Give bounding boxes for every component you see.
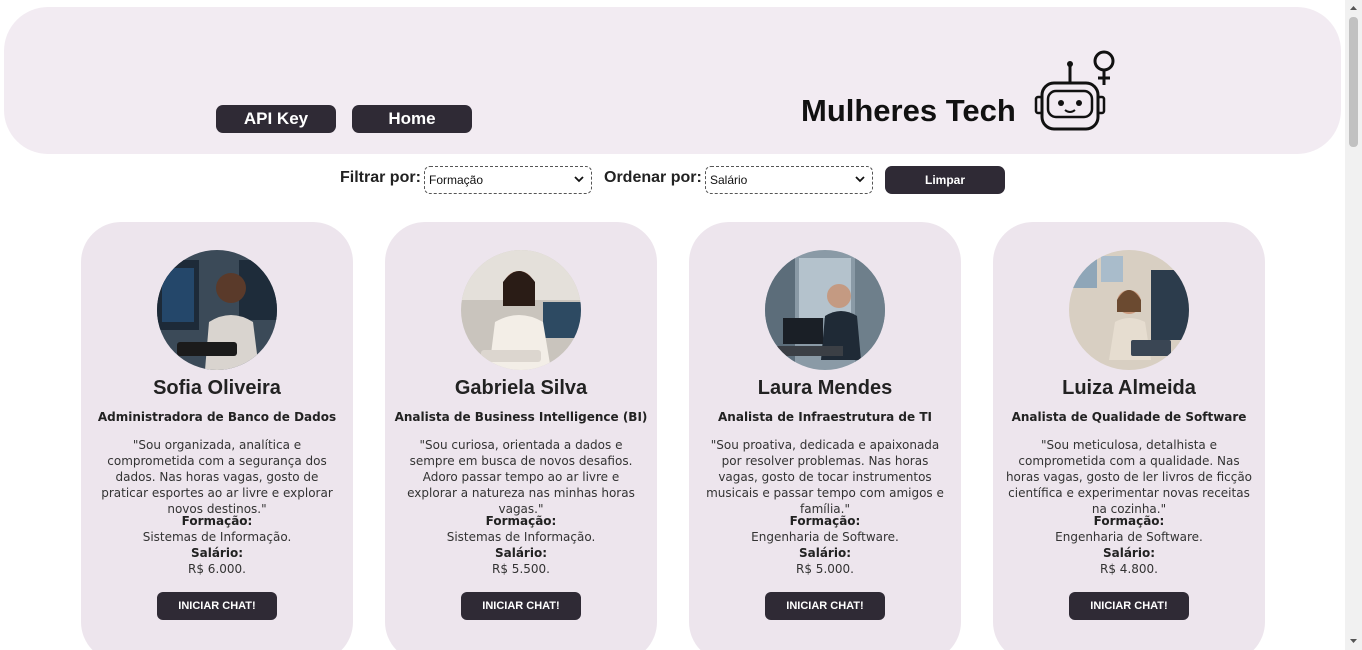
- filter-label: Filtrar por:: [340, 169, 421, 186]
- profile-info: Formação: Engenharia de Software. Salári…: [993, 513, 1265, 577]
- profile-avatar: [157, 250, 277, 370]
- profile-role: Analista de Business Intelligence (BI): [394, 410, 648, 424]
- start-chat-button[interactable]: INICIAR CHAT!: [461, 592, 581, 620]
- salary-label: Salário:: [798, 546, 852, 560]
- salary-value: R$ 4.800.: [1100, 562, 1158, 576]
- salary-value: R$ 6.000.: [188, 562, 246, 576]
- scroll-down-arrow-icon[interactable]: [1349, 637, 1358, 645]
- profile-info: Formação: Engenharia de Software. Salári…: [689, 513, 961, 577]
- profile-quote: "Sou organizada, analítica e comprometid…: [101, 438, 333, 516]
- profile-name: Gabriela Silva: [454, 377, 588, 399]
- profile-info: Formação: Sistemas de Informação. Salári…: [385, 513, 657, 577]
- start-chat-button[interactable]: INICIAR CHAT!: [1069, 592, 1189, 620]
- profile-role: Analista de Infraestrutura de TI: [718, 410, 932, 424]
- salary-label: Salário:: [1102, 546, 1156, 560]
- profile-name: Luiza Almeida: [1062, 377, 1196, 399]
- education-label: Formação:: [789, 514, 861, 528]
- filter-bar: Filtrar por: Formação Ordenar por: Salár…: [0, 166, 1362, 196]
- education-value: Engenharia de Software.: [751, 530, 899, 544]
- chevron-down-icon: [574, 176, 584, 183]
- filter-selected-value: Formação: [429, 173, 484, 187]
- clear-button[interactable]: Limpar: [885, 166, 1005, 194]
- profile-name: Sofia Oliveira: [153, 377, 281, 399]
- profile-avatar: [765, 250, 885, 370]
- education-value: Engenharia de Software.: [1055, 530, 1203, 544]
- profile-card: Laura Mendes Analista de Infraestrutura …: [689, 222, 961, 650]
- start-chat-button[interactable]: INICIAR CHAT!: [765, 592, 885, 620]
- order-label: Ordenar por:: [604, 169, 702, 186]
- profile-card: Sofia Oliveira Administradora de Banco d…: [81, 222, 353, 650]
- home-button[interactable]: Home: [352, 105, 472, 133]
- education-value: Sistemas de Informação.: [446, 530, 596, 544]
- profile-avatar: [1069, 250, 1189, 370]
- profile-role: Administradora de Banco de Dados: [97, 410, 337, 424]
- profile-role: Analista de Qualidade de Software: [1011, 410, 1247, 424]
- profile-card: Luiza Almeida Analista de Qualidade de S…: [993, 222, 1265, 650]
- salary-value: R$ 5.500.: [492, 562, 550, 576]
- scroll-up-arrow-icon[interactable]: [1349, 4, 1358, 12]
- chevron-down-icon: [855, 176, 865, 183]
- education-label: Formação:: [485, 514, 557, 528]
- scrollbar-thumb[interactable]: [1349, 17, 1358, 147]
- profile-card: Gabriela Silva Analista de Business Inte…: [385, 222, 657, 650]
- profile-name: Laura Mendes: [757, 377, 893, 399]
- order-select[interactable]: Salário: [705, 166, 873, 194]
- api-key-button[interactable]: API Key: [216, 105, 336, 133]
- brand-title: Mulheres Tech: [801, 93, 1016, 128]
- start-chat-button[interactable]: INICIAR CHAT!: [157, 592, 277, 620]
- order-selected-value: Salário: [710, 173, 748, 187]
- vertical-scrollbar[interactable]: [1345, 0, 1362, 650]
- profile-quote: "Sou meticulosa, detalhista e comprometi…: [1005, 438, 1253, 516]
- page: API Key Home Mulheres Tech Filtrar por: …: [0, 0, 1362, 650]
- salary-label: Salário:: [190, 546, 244, 560]
- filter-select[interactable]: Formação: [424, 166, 592, 194]
- education-value: Sistemas de Informação.: [142, 530, 292, 544]
- profile-avatar: [461, 250, 581, 370]
- education-label: Formação:: [1093, 514, 1165, 528]
- salary-label: Salário:: [494, 546, 548, 560]
- profile-quote: "Sou curiosa, orientada a dados e sempre…: [407, 438, 635, 516]
- salary-value: R$ 5.000.: [796, 562, 854, 576]
- robot-logo-icon: [1034, 50, 1115, 131]
- header: API Key Home Mulheres Tech: [4, 7, 1341, 154]
- education-label: Formação:: [181, 514, 253, 528]
- profile-info: Formação: Sistemas de Informação. Salári…: [81, 513, 353, 577]
- profile-quote: "Sou proativa, dedicada e apaixonada por…: [706, 438, 944, 516]
